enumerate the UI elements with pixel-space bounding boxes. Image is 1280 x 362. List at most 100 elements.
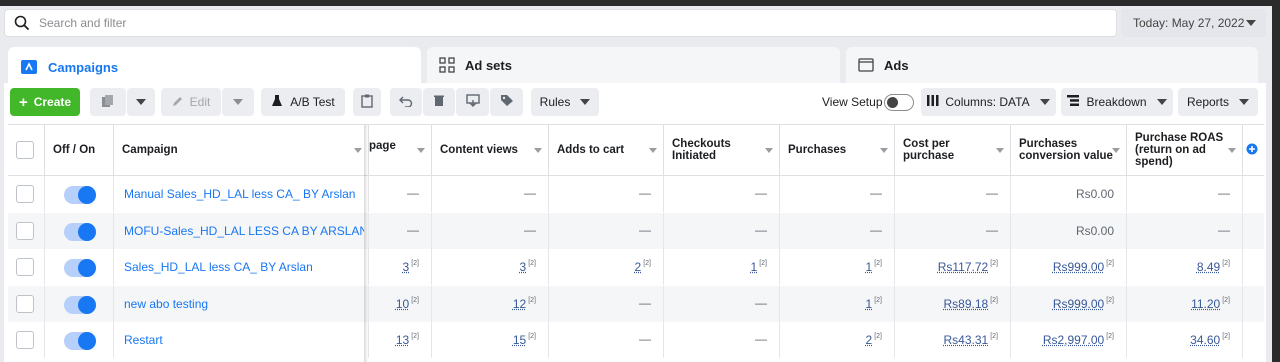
- duplicate-button[interactable]: [90, 88, 126, 116]
- undo-button[interactable]: [390, 88, 422, 116]
- campaign-on-off-toggle[interactable]: [64, 259, 96, 277]
- metric-link[interactable]: Rs89.18: [944, 297, 989, 311]
- metric-link[interactable]: 12: [513, 297, 526, 311]
- metric-value[interactable]: Rs2,997.00 [2]: [1043, 333, 1114, 347]
- metric-link[interactable]: 8.49: [1197, 260, 1220, 274]
- campaign-on-off-toggle[interactable]: [64, 332, 96, 350]
- metric-cell-roas: 8.49 [2]: [1127, 249, 1243, 285]
- view-setup-toggle[interactable]: [884, 94, 914, 111]
- header-purchase-roas[interactable]: Purchase ROAS (return on ad spend): [1127, 125, 1243, 176]
- date-range-picker[interactable]: Today: May 27, 2022: [1121, 9, 1266, 37]
- table-row[interactable]: Manual Sales_HD_LAL less CA_ BY Arslan — —…: [8, 176, 1264, 212]
- metric-link[interactable]: 10: [396, 297, 409, 311]
- metric-value[interactable]: 11.20 [2]: [1191, 297, 1230, 311]
- footnote-mark: [2]: [1222, 297, 1230, 304]
- metric-value[interactable]: 13 [2]: [396, 333, 419, 347]
- tab-ads[interactable]: Ads: [846, 47, 1258, 83]
- metric-link[interactable]: Rs2,997.00: [1043, 333, 1104, 347]
- campaign-name-link[interactable]: new abo testing: [124, 297, 364, 311]
- metric-cell-content-views: 3 [2]: [432, 249, 549, 285]
- metric-link[interactable]: 11.20: [1191, 297, 1220, 311]
- metric-value[interactable]: 1 [2]: [866, 297, 882, 311]
- table-row[interactable]: MOFU-Sales_HD_LAL LESS CA BY ARSLAN S...…: [8, 213, 1264, 249]
- breakdown-dropdown-button[interactable]: Breakdown: [1061, 88, 1173, 116]
- footnote-mark: [2]: [990, 333, 998, 340]
- metric-link[interactable]: 13: [396, 333, 409, 347]
- metric-value[interactable]: Rs43.31 [2]: [944, 333, 999, 347]
- edit-button[interactable]: Edit: [161, 88, 221, 116]
- footnote-mark: [2]: [528, 260, 536, 267]
- header-content-views[interactable]: Content views: [432, 125, 549, 176]
- clipboard-button[interactable]: [353, 88, 381, 116]
- empty-value: —: [986, 223, 998, 237]
- metric-cell-checkouts: —: [664, 213, 780, 249]
- metric-link[interactable]: 15: [513, 333, 526, 347]
- header-campaign[interactable]: Campaign: [114, 125, 369, 176]
- header-page[interactable]: page: [369, 125, 432, 176]
- header-purchases-conversion-value[interactable]: Purchases conversion value: [1011, 125, 1127, 176]
- metric-link[interactable]: Rs999.00: [1053, 297, 1104, 311]
- header-purchases[interactable]: Purchases: [780, 125, 895, 176]
- metric-cell-content-views: —: [432, 213, 549, 249]
- campaign-name-link[interactable]: MOFU-Sales_HD_LAL LESS CA BY ARSLAN S...: [124, 224, 364, 238]
- row-checkbox[interactable]: [16, 185, 34, 203]
- metric-value[interactable]: 3 [2]: [520, 260, 536, 274]
- header-checkouts-initiated[interactable]: Checkouts Initiated: [664, 125, 780, 176]
- metric-value[interactable]: 8.49 [2]: [1197, 260, 1230, 274]
- metric-link[interactable]: 2: [866, 333, 873, 347]
- row-checkbox[interactable]: [16, 258, 34, 276]
- tag-button[interactable]: [490, 88, 523, 116]
- metric-value[interactable]: 10 [2]: [396, 297, 419, 311]
- campaign-name-link[interactable]: Manual Sales_HD_LAL less CA_ BY Arslan: [124, 187, 364, 201]
- metric-link[interactable]: 1: [866, 260, 873, 274]
- campaign-on-off-toggle[interactable]: [64, 296, 96, 314]
- metric-value[interactable]: 2 [2]: [635, 260, 651, 274]
- rules-dropdown-button[interactable]: Rules: [531, 88, 599, 116]
- add-column-icon[interactable]: [1246, 143, 1258, 158]
- search-filter-bar[interactable]: Search and filter: [4, 9, 1117, 37]
- metric-link[interactable]: 1: [751, 260, 758, 274]
- metric-link[interactable]: 34.60: [1190, 333, 1220, 347]
- tab-campaigns[interactable]: Campaigns: [8, 47, 421, 87]
- metric-value[interactable]: 1 [2]: [866, 260, 882, 274]
- header-adds-to-cart[interactable]: Adds to cart: [549, 125, 664, 176]
- campaign-on-off-toggle[interactable]: [64, 186, 96, 204]
- metric-value[interactable]: 3 [2]: [403, 260, 419, 274]
- metric-link[interactable]: 2: [635, 260, 642, 274]
- metric-link[interactable]: 3: [403, 260, 410, 274]
- metric-value[interactable]: Rs999.00 [2]: [1053, 297, 1114, 311]
- campaign-on-off-toggle[interactable]: [64, 223, 96, 241]
- metric-link[interactable]: Rs999.00: [1053, 260, 1104, 274]
- edit-dropdown-button[interactable]: [222, 88, 254, 116]
- row-checkbox[interactable]: [16, 295, 34, 313]
- metric-value[interactable]: 1 [2]: [751, 260, 767, 274]
- table-row[interactable]: Sales_HD_LAL less CA_ BY Arslan 3 [2] 3 [2] 2…: [8, 249, 1264, 285]
- export-button[interactable]: [456, 88, 489, 116]
- metric-value[interactable]: Rs117.72 [2]: [938, 260, 998, 274]
- duplicate-dropdown-button[interactable]: [127, 88, 155, 116]
- metric-value[interactable]: Rs89.18 [2]: [944, 297, 999, 311]
- metric-value[interactable]: 12 [2]: [513, 297, 536, 311]
- metric-link[interactable]: 3: [520, 260, 527, 274]
- select-all-checkbox[interactable]: [16, 141, 34, 159]
- metric-value[interactable]: 2 [2]: [866, 333, 882, 347]
- metric-value[interactable]: 34.60 [2]: [1190, 333, 1230, 347]
- columns-dropdown-button[interactable]: Columns: DATA: [921, 88, 1056, 116]
- table-row[interactable]: Restart 13 [2] 15 [2] — —2 [2] Rs43.31 [2] Rs2,997…: [8, 322, 1264, 358]
- create-button[interactable]: + Create: [10, 88, 80, 116]
- campaign-name-link[interactable]: Restart: [124, 333, 364, 347]
- metric-value[interactable]: Rs999.00 [2]: [1053, 260, 1114, 274]
- metric-link[interactable]: Rs117.72: [938, 260, 988, 274]
- reports-dropdown-button[interactable]: Reports: [1178, 88, 1258, 116]
- ab-test-button[interactable]: A/B Test: [261, 88, 345, 116]
- metric-value[interactable]: 15 [2]: [513, 333, 536, 347]
- delete-button[interactable]: [423, 88, 455, 116]
- table-row[interactable]: new abo testing 10 [2] 12 [2] — —1 [2] Rs89.18 [2…: [8, 286, 1264, 322]
- metric-link[interactable]: Rs43.31: [944, 333, 989, 347]
- row-checkbox[interactable]: [16, 331, 34, 349]
- header-cost-per-purchase[interactable]: Cost per purchase: [895, 125, 1011, 176]
- metric-link[interactable]: 1: [866, 297, 873, 311]
- campaign-name-link[interactable]: Sales_HD_LAL less CA_ BY Arslan: [124, 260, 364, 274]
- tab-ad-sets[interactable]: Ad sets: [427, 47, 840, 83]
- row-checkbox[interactable]: [16, 222, 34, 240]
